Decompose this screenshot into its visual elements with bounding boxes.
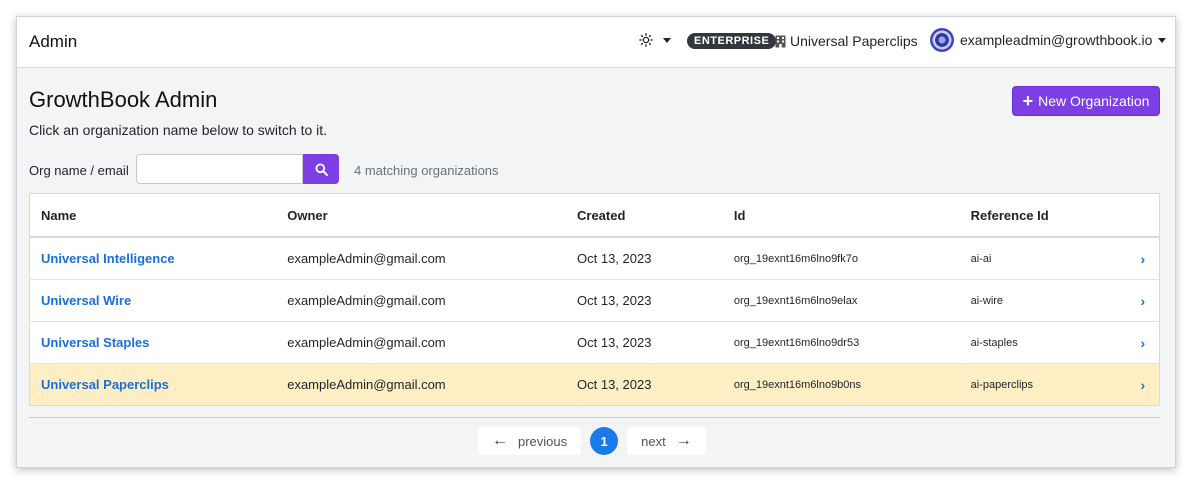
org-owner: exampleAdmin@gmail.com xyxy=(276,237,566,280)
column-header-id: Id xyxy=(722,193,960,238)
match-count: 4 matching organizations xyxy=(354,163,499,178)
table-row[interactable]: Universal Wire exampleAdmin@gmail.com Oc… xyxy=(29,279,1160,322)
organizations-table: Name Owner Created Id Reference Id Unive… xyxy=(29,193,1160,406)
user-menu[interactable]: exampleadmin@growthbook.io xyxy=(930,28,1167,52)
column-header-owner: Owner xyxy=(276,193,566,238)
new-organization-button[interactable]: + New Organization xyxy=(1012,86,1160,116)
org-name-link[interactable]: Universal Wire xyxy=(41,293,131,308)
search-label: Org name / email xyxy=(29,163,129,178)
column-header-name: Name xyxy=(29,193,277,238)
next-page-button[interactable]: next → xyxy=(627,427,706,455)
page-number-current[interactable]: 1 xyxy=(590,427,619,455)
previous-label: previous xyxy=(518,433,568,449)
column-header-created: Created xyxy=(566,193,723,238)
search-input[interactable] xyxy=(136,154,303,184)
avatar xyxy=(930,28,954,52)
org-owner: exampleAdmin@gmail.com xyxy=(276,321,566,364)
theme-toggle[interactable] xyxy=(639,33,671,47)
org-id: org_19exnt16m6lno9b0ns xyxy=(722,363,960,406)
building-icon xyxy=(775,35,786,47)
org-created: Oct 13, 2023 xyxy=(566,279,723,322)
org-reference-id: ai-wire xyxy=(959,279,1130,322)
new-organization-label: New Organization xyxy=(1038,93,1150,109)
org-reference-id: ai-paperclips xyxy=(959,363,1130,406)
org-name-link[interactable]: Universal Paperclips xyxy=(41,377,169,392)
current-org: Universal Paperclips xyxy=(775,33,918,49)
plan-badge: ENTERPRISE xyxy=(687,33,777,49)
arrow-right-icon: → xyxy=(675,432,692,449)
table-row-current[interactable]: Universal Paperclips exampleAdmin@gmail.… xyxy=(29,363,1160,406)
org-id: org_19exnt16m6lno9elax xyxy=(722,279,960,322)
search-button[interactable] xyxy=(303,154,339,184)
org-id: org_19exnt16m6lno9fk7o xyxy=(722,237,960,280)
org-reference-id: ai-ai xyxy=(959,237,1130,280)
table-row[interactable]: Universal Intelligence exampleAdmin@gmai… xyxy=(29,237,1160,280)
app-window: Admin ENTERPRISE Universal Paperclips ex… xyxy=(16,16,1176,468)
previous-page-button[interactable]: ← previous xyxy=(478,427,582,455)
org-created: Oct 13, 2023 xyxy=(566,237,723,280)
chevron-down-icon xyxy=(663,37,671,43)
column-header-reference-id: Reference Id xyxy=(959,193,1130,238)
column-header-action xyxy=(1129,193,1160,238)
next-label: next xyxy=(641,433,666,449)
divider xyxy=(29,417,1160,418)
org-name-label: Universal Paperclips xyxy=(790,33,918,49)
page-title: GrowthBook Admin xyxy=(29,87,218,112)
search-icon xyxy=(315,163,328,176)
app-title: Admin xyxy=(29,32,78,51)
chevron-right-icon[interactable]: › xyxy=(1140,377,1145,393)
chevron-right-icon[interactable]: › xyxy=(1140,335,1145,351)
org-owner: exampleAdmin@gmail.com xyxy=(276,279,566,322)
top-navbar: Admin ENTERPRISE Universal Paperclips ex… xyxy=(17,17,1175,68)
table-header-row: Name Owner Created Id Reference Id xyxy=(29,193,1160,238)
chevron-right-icon[interactable]: › xyxy=(1140,293,1145,309)
chevron-down-icon xyxy=(1158,37,1167,43)
plus-icon: + xyxy=(1022,91,1034,111)
user-email: exampleadmin@growthbook.io xyxy=(960,32,1153,48)
table-row[interactable]: Universal Staples exampleAdmin@gmail.com… xyxy=(29,321,1160,364)
org-id: org_19exnt16m6lno9dr53 xyxy=(722,321,960,364)
org-created: Oct 13, 2023 xyxy=(566,363,723,406)
org-created: Oct 13, 2023 xyxy=(566,321,723,364)
org-reference-id: ai-staples xyxy=(959,321,1130,364)
chevron-right-icon[interactable]: › xyxy=(1140,251,1145,267)
org-owner: exampleAdmin@gmail.com xyxy=(276,363,566,406)
arrow-left-icon: ← xyxy=(492,432,508,449)
org-name-link[interactable]: Universal Intelligence xyxy=(41,251,175,266)
sun-icon xyxy=(639,33,653,47)
pagination: ← previous 1 next → xyxy=(478,427,706,455)
page-subtitle: Click an organization name below to swit… xyxy=(29,122,328,138)
org-name-link[interactable]: Universal Staples xyxy=(41,335,149,350)
